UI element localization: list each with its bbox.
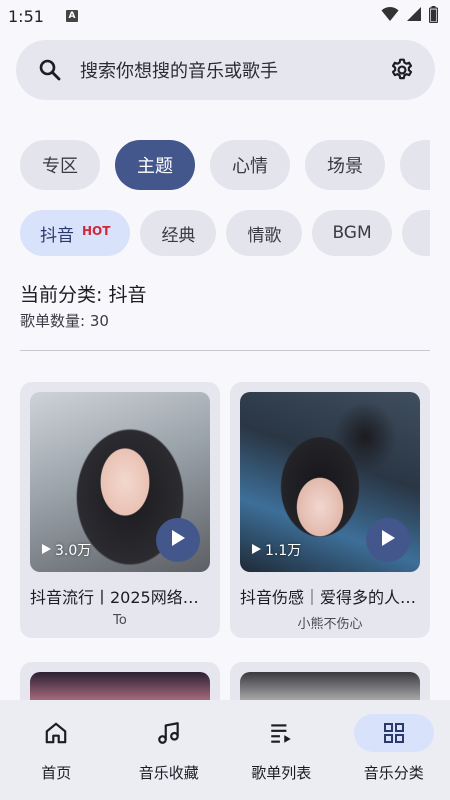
playlist-title: 抖音伤感｜爱得多的人总是先受伤: [240, 588, 420, 607]
secondary-category-tabs: 抖音 HOT 经典 情歌 BGM 演: [20, 210, 430, 256]
search-input[interactable]: 搜索你想搜的音乐或歌手: [80, 57, 387, 83]
play-small-icon: [42, 542, 51, 558]
play-icon: [381, 530, 395, 550]
bottom-navigation: 首页 音乐收藏 歌单列表 音乐分类: [0, 700, 450, 800]
play-count: 1.1万: [252, 540, 301, 560]
tab-label: 抖音: [40, 225, 74, 246]
tab-classic[interactable]: 经典: [140, 210, 217, 256]
nav-favorites[interactable]: 音乐收藏: [113, 700, 226, 800]
battery-icon: [428, 5, 439, 27]
play-button[interactable]: [366, 518, 410, 562]
status-icons: [381, 5, 439, 27]
play-count: 3.0万: [42, 540, 91, 560]
tab-label: 心情: [232, 156, 268, 177]
nav-label: 首页: [41, 764, 72, 782]
nav-label: 歌单列表: [251, 764, 312, 782]
nav-categories[interactable]: 音乐分类: [338, 700, 450, 800]
grid-category-icon: [353, 714, 434, 752]
tab-zone[interactable]: 专区: [20, 140, 100, 190]
tab-mood[interactable]: 心情: [210, 140, 290, 190]
cellular-icon: [407, 6, 421, 26]
playlist-card[interactable]: 3.0万 抖音流行丨2025网络热歌 To: [20, 382, 220, 638]
tab-performance[interactable]: 演: [401, 210, 430, 256]
tab-douyin[interactable]: 抖音 HOT: [20, 210, 131, 256]
status-bar: 1:51 A: [0, 0, 450, 32]
tab-label: 场景: [327, 156, 363, 177]
playlist-author: 小熊不伤心: [297, 617, 363, 632]
primary-category-tabs: 专区 主题 心情 场景 年: [20, 140, 430, 190]
gear-icon[interactable]: [387, 55, 417, 85]
search-bar[interactable]: 搜索你想搜的音乐或歌手: [16, 40, 435, 100]
nav-home[interactable]: 首页: [0, 700, 113, 800]
tab-love-songs[interactable]: 情歌: [226, 210, 303, 256]
play-count-value: 1.1万: [265, 543, 302, 559]
status-time: 1:51: [8, 6, 44, 26]
play-icon: [171, 530, 185, 550]
tab-era[interactable]: 年: [400, 140, 430, 190]
hot-badge: HOT: [82, 224, 111, 238]
divider: [20, 350, 430, 351]
playlist-cover-image[interactable]: 3.0万: [30, 392, 210, 572]
play-small-icon: [252, 542, 261, 558]
wifi-icon: [381, 6, 399, 26]
music-note-icon: [129, 714, 209, 752]
play-button[interactable]: [156, 518, 200, 562]
play-count-value: 3.0万: [55, 543, 92, 559]
tab-theme[interactable]: 主题: [115, 140, 195, 190]
tab-label: 专区: [42, 156, 78, 177]
home-icon: [16, 714, 96, 752]
tab-label: BGM: [332, 223, 372, 243]
tab-label: 情歌: [247, 225, 282, 246]
nav-label: 音乐分类: [363, 764, 424, 782]
tab-bgm[interactable]: BGM: [312, 210, 392, 256]
nav-label: 音乐收藏: [138, 764, 199, 782]
playlist-count: 歌单数量: 30: [20, 312, 109, 330]
playlist-author: To: [113, 613, 127, 628]
tab-scene[interactable]: 场景: [305, 140, 385, 190]
notification-icon: A: [65, 10, 78, 22]
search-icon[interactable]: [36, 56, 64, 84]
playlist-title: 抖音流行丨2025网络热歌: [30, 588, 210, 607]
current-category-title: 当前分类: 抖音: [20, 284, 147, 306]
nav-playlists[interactable]: 歌单列表: [225, 700, 338, 800]
tab-label: 主题: [137, 156, 173, 177]
playlist-cover-image[interactable]: 1.1万: [240, 392, 420, 572]
playlist-card[interactable]: 1.1万 抖音伤感｜爱得多的人总是先受伤 小熊不伤心: [230, 382, 430, 638]
playlist-icon: [241, 714, 321, 752]
tab-label: 经典: [161, 225, 196, 246]
